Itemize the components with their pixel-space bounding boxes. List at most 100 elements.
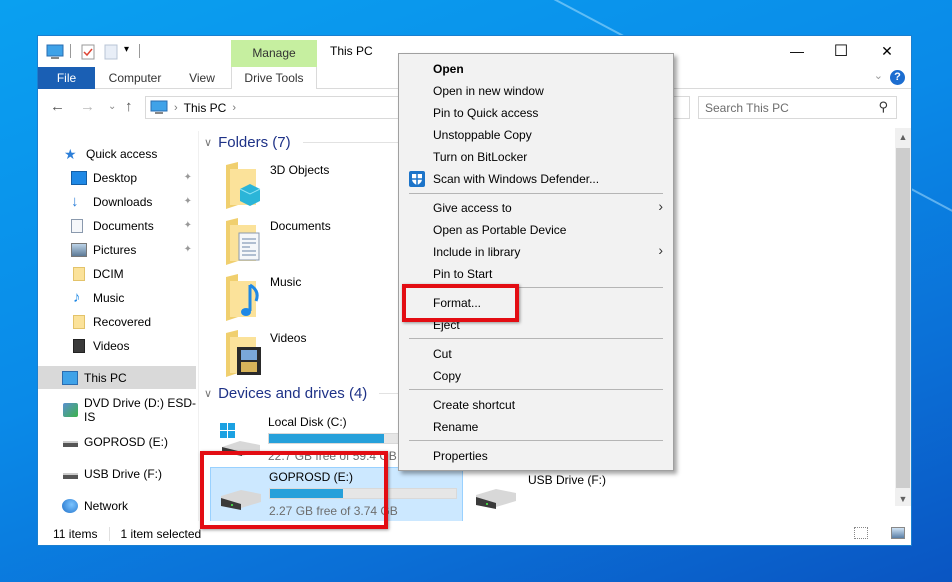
menu-item-scan-defender[interactable]: Scan with Windows Defender...	[433, 169, 599, 189]
menu-item-cut[interactable]: Cut	[433, 344, 452, 364]
desktop-icon	[71, 170, 87, 185]
search-placeholder: Search This PC	[705, 100, 789, 115]
large-icons-view-icon[interactable]	[891, 527, 905, 539]
folders-group-header[interactable]: ∨ Folders (7)	[204, 134, 423, 151]
breadcrumb-separator: ›	[174, 101, 178, 114]
menu-item-rename[interactable]: Rename	[433, 417, 478, 437]
close-button[interactable]: ✕	[864, 38, 910, 64]
pane-divider[interactable]	[198, 131, 199, 521]
up-button[interactable]: ↑	[125, 98, 133, 115]
search-input[interactable]: Search This PC ⚲	[698, 96, 897, 119]
sidebar-item-dcim[interactable]: DCIM	[38, 262, 196, 285]
breadcrumb-separator[interactable]: ›	[232, 102, 236, 114]
tab-file[interactable]: File	[38, 67, 95, 89]
folder-icon	[73, 314, 85, 329]
documents-folder-icon	[226, 218, 260, 265]
recent-locations-button[interactable]: ⌄	[108, 101, 116, 112]
sidebar-item-recovered[interactable]: Recovered	[38, 310, 196, 333]
tab-view[interactable]: View	[180, 67, 224, 89]
view-switcher	[839, 527, 905, 539]
pin-icon[interactable]: ✦	[184, 172, 192, 183]
sidebar-item-downloads[interactable]: ↓ Downloads ✦	[38, 190, 196, 213]
ribbon-expand-icon[interactable]: ⌄	[874, 69, 883, 82]
menu-item-open-new-window[interactable]: Open in new window	[433, 81, 544, 101]
forward-button[interactable]: →	[80, 98, 95, 115]
context-menu: Open Open in new window Pin to Quick acc…	[398, 53, 674, 471]
tab-drive-tools[interactable]: Drive Tools	[231, 67, 317, 89]
pin-icon[interactable]: ✦	[184, 196, 192, 207]
scrollbar-thumb[interactable]	[896, 148, 910, 488]
menu-item-properties[interactable]: Properties	[433, 446, 488, 466]
menu-item-create-shortcut[interactable]: Create shortcut	[433, 395, 515, 415]
menu-item-give-access[interactable]: Give access to	[433, 198, 663, 218]
manage-contextual-tab[interactable]: Manage	[231, 40, 317, 67]
windows-defender-icon	[409, 171, 425, 187]
sidebar-item-label: Music	[93, 290, 125, 305]
chevron-down-icon: ∨	[204, 137, 213, 149]
pictures-icon	[71, 242, 87, 257]
chevron-down-icon: ∨	[204, 388, 213, 400]
tab-computer[interactable]: Computer	[102, 67, 168, 89]
sidebar-item-label: Recovered	[93, 314, 152, 329]
menu-item-include-library[interactable]: Include in library	[433, 242, 663, 262]
customize-qat-icon[interactable]: ▾	[124, 44, 129, 55]
folder-label: Videos	[270, 331, 307, 345]
group-title: Devices and drives (4)	[218, 385, 368, 402]
menu-item-label: Include in library	[433, 245, 521, 259]
sidebar-item-music[interactable]: ♪ Music	[38, 286, 196, 309]
window-title: This PC	[330, 44, 373, 58]
details-view-icon[interactable]	[854, 527, 868, 539]
folder-item-videos[interactable]: Videos	[220, 329, 390, 385]
folder-item-documents[interactable]: Documents	[220, 217, 390, 273]
sidebar-item-dvd-drive[interactable]: DVD Drive (D:) ESD-IS	[38, 395, 197, 424]
drive-icon	[63, 440, 78, 447]
pin-icon[interactable]: ✦	[184, 244, 192, 255]
sidebar-item-label: Network	[84, 498, 129, 513]
sidebar-item-label: Pictures	[93, 242, 137, 257]
sidebar-item-label: Videos	[93, 338, 130, 353]
sidebar-item-label: USB Drive (F:)	[84, 466, 162, 481]
pin-icon[interactable]: ✦	[184, 220, 192, 231]
menu-item-turn-on-bitlocker[interactable]: Turn on BitLocker	[433, 147, 527, 167]
downloads-icon: ↓	[71, 192, 79, 210]
menu-item-open[interactable]: Open	[433, 59, 464, 79]
properties-icon[interactable]	[81, 44, 95, 60]
sidebar-item-this-pc[interactable]: This PC	[38, 366, 196, 389]
sidebar-item-usb-drive[interactable]: USB Drive (F:)	[38, 462, 196, 485]
menu-item-copy[interactable]: Copy	[433, 366, 461, 386]
drive-icon	[63, 472, 78, 479]
sidebar-item-label: This PC	[84, 370, 127, 385]
new-folder-icon[interactable]	[104, 44, 118, 60]
sidebar-item-desktop[interactable]: Desktop ✦	[38, 166, 196, 189]
menu-separator	[409, 440, 663, 441]
scroll-down-icon[interactable]: ▼	[895, 494, 911, 504]
music-icon: ♪	[73, 288, 81, 306]
folder-label: Music	[270, 275, 302, 289]
scroll-up-icon[interactable]: ▲	[895, 132, 911, 142]
videos-icon	[73, 338, 85, 353]
sidebar-item-pictures[interactable]: Pictures ✦	[38, 238, 196, 261]
menu-item-pin-start[interactable]: Pin to Start	[433, 264, 492, 284]
documents-icon	[71, 218, 83, 233]
back-button[interactable]: ←	[50, 98, 65, 115]
menu-item-unstoppable-copy[interactable]: Unstoppable Copy	[433, 125, 532, 145]
minimize-button[interactable]: —	[774, 38, 820, 64]
videos-folder-icon	[226, 330, 261, 377]
menu-item-pin-quick-access[interactable]: Pin to Quick access	[433, 103, 538, 123]
sidebar-item-goprosd[interactable]: GOPROSD (E:)	[38, 430, 196, 453]
folder-label: 3D Objects	[270, 163, 330, 177]
sidebar-item-documents[interactable]: Documents ✦	[38, 214, 196, 237]
sidebar-item-label: DVD Drive (D:) ESD-IS	[84, 395, 197, 424]
sidebar-item-network[interactable]: Network	[38, 494, 196, 517]
sidebar-item-quick-access[interactable]: ★ Quick access	[38, 142, 196, 165]
drive-item-usb-drive-f[interactable]: USB Drive (F:)	[466, 467, 716, 521]
help-icon[interactable]: ?	[890, 70, 905, 85]
breadcrumb-this-pc[interactable]: This PC	[184, 101, 227, 115]
menu-item-open-portable[interactable]: Open as Portable Device	[433, 220, 566, 240]
vertical-scrollbar[interactable]: ▲ ▼	[895, 128, 911, 506]
folder-item-music[interactable]: Music	[220, 273, 390, 329]
folder-item-3d-objects[interactable]: 3D Objects	[220, 161, 390, 217]
drive-label: Local Disk (C:)	[268, 415, 347, 429]
maximize-button[interactable]: ☐	[818, 38, 864, 64]
sidebar-item-videos[interactable]: Videos	[38, 334, 196, 357]
